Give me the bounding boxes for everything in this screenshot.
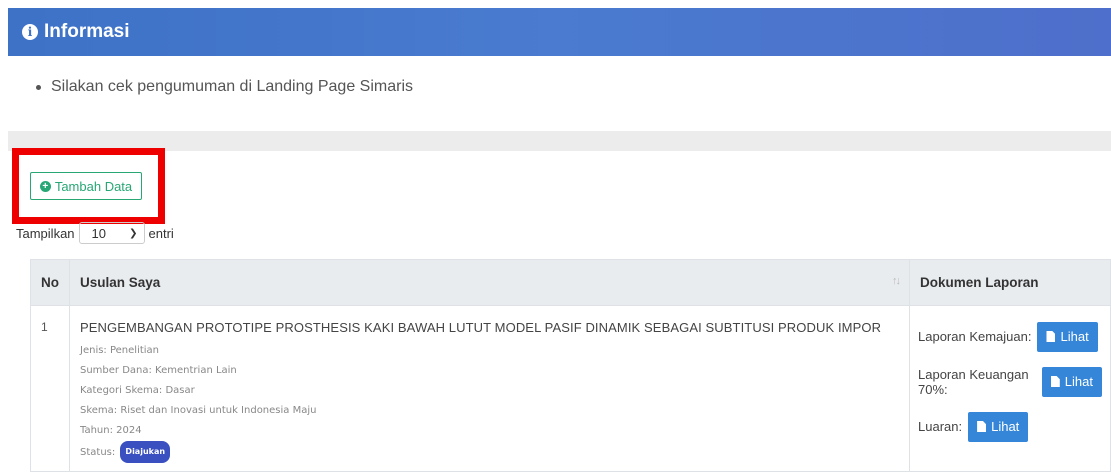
doc-label: Luaran: xyxy=(918,419,963,434)
add-data-button[interactable]: + Tambah Data xyxy=(30,172,142,200)
proposal-title: PENGEMBANGAN PROTOTIPE PROSTHESIS KAKI B… xyxy=(80,320,882,335)
chevron-down-icon: ❯ xyxy=(129,227,138,239)
proposal-status: Status: Diajukan xyxy=(80,441,899,463)
info-header: i Informasi xyxy=(8,8,1111,56)
add-data-label: Tambah Data xyxy=(54,178,133,194)
plus-circle-icon: + xyxy=(39,180,51,192)
header-usulan-label: Usulan Saya xyxy=(80,275,161,290)
file-icon xyxy=(977,421,987,432)
header-dokumen[interactable]: Dokumen Laporan xyxy=(909,259,1111,306)
proposal-tahun: Tahun: 2024 xyxy=(80,425,142,436)
list-item: Silakan cek pengumuman di Landing Page S… xyxy=(36,78,413,96)
proposal-jenis: Jenis: Penelitian xyxy=(80,345,160,356)
info-icon: i xyxy=(22,24,38,40)
doc-row-keuangan: Laporan Keuangan 70%: Lihat xyxy=(918,359,1102,404)
view-luaran-button[interactable]: Lihat xyxy=(968,411,1029,442)
cell-no: 1 xyxy=(30,305,70,472)
length-prefix: Tampilkan xyxy=(16,225,75,241)
entries-length-select[interactable]: 10 ❯ xyxy=(78,222,145,244)
table-row: 1 PENGEMBANGAN PROTOTIPE PROSTHESIS KAKI… xyxy=(30,305,1111,472)
length-suffix: entri xyxy=(148,225,174,241)
cell-dokumen: Laporan Kemajuan: Lihat Laporan Keuangan… xyxy=(909,305,1111,472)
view-kemajuan-button[interactable]: Lihat xyxy=(1037,321,1098,352)
doc-label: Laporan Kemajuan: xyxy=(918,329,1032,344)
lihat-label: Lihat xyxy=(1060,329,1089,344)
cell-usulan: PENGEMBANGAN PROTOTIPE PROSTHESIS KAKI B… xyxy=(69,305,910,472)
proposals-table: No Usulan Saya ↑↓ Dokumen Laporan 1 PENG… xyxy=(30,259,1111,472)
header-usulan[interactable]: Usulan Saya ↑↓ xyxy=(69,259,910,306)
view-keuangan-button[interactable]: Lihat xyxy=(1041,366,1102,397)
sort-icon: ↑↓ xyxy=(892,275,901,287)
length-value: 10 xyxy=(91,225,106,241)
proposal-sumber-dana: Sumber Dana: Kementrian Lain xyxy=(80,365,237,376)
file-icon xyxy=(1046,331,1056,342)
status-badge: Diajukan xyxy=(120,441,171,463)
table-header-row: No Usulan Saya ↑↓ Dokumen Laporan xyxy=(30,259,1111,306)
entries-length-control: Tampilkan 10 ❯ entri xyxy=(16,222,174,244)
bullet-dot xyxy=(36,84,41,90)
info-title: Informasi xyxy=(44,21,130,42)
proposal-kategori: Kategori Skema: Dasar xyxy=(80,385,195,396)
doc-row-luaran: Luaran: Lihat xyxy=(918,404,1102,449)
lihat-label: Lihat xyxy=(1064,374,1093,389)
proposal-skema: Skema: Riset dan Inovasi untuk Indonesia… xyxy=(80,405,317,416)
status-label: Status: xyxy=(80,447,116,458)
section-divider xyxy=(8,131,1111,151)
lihat-label: Lihat xyxy=(991,419,1020,434)
header-no[interactable]: No xyxy=(30,259,70,306)
info-bullet-list: Silakan cek pengumuman di Landing Page S… xyxy=(36,78,413,96)
file-icon xyxy=(1050,376,1060,387)
info-bullet-text: Silakan cek pengumuman di Landing Page S… xyxy=(51,78,413,95)
doc-label: Laporan Keuangan 70%: xyxy=(918,366,1029,397)
doc-row-kemajuan: Laporan Kemajuan: Lihat xyxy=(918,314,1102,359)
